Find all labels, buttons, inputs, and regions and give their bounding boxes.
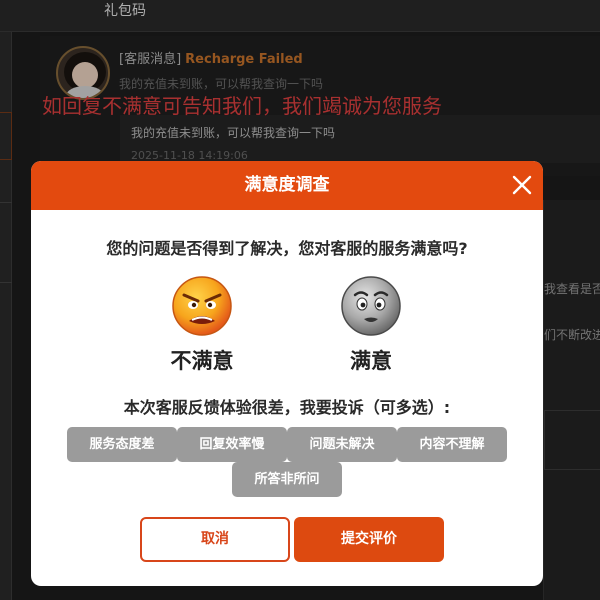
neutral-face-icon bbox=[341, 276, 401, 336]
satisfaction-survey-dialog: 满意度调查 您的问题是否得到了解决，您对客服的服务满意吗? 不满意 满意 本次客… bbox=[31, 161, 543, 586]
complaint-option-unclear-content[interactable]: 内容不理解 bbox=[397, 427, 507, 462]
complaint-prompt: 本次客服反馈体验很差，我要投诉（可多选）: bbox=[123, 398, 451, 417]
unsatisfied-label: 不满意 bbox=[170, 349, 234, 373]
angry-face-icon bbox=[172, 276, 232, 336]
satisfied-option[interactable]: 满意 bbox=[321, 275, 421, 375]
close-icon[interactable] bbox=[509, 172, 535, 198]
dialog-title: 满意度调查 bbox=[244, 175, 330, 195]
submit-rating-button[interactable]: 提交评价 bbox=[294, 517, 444, 562]
unsatisfied-option[interactable]: 不满意 bbox=[152, 275, 252, 375]
complaint-option-slow-reply[interactable]: 回复效率慢 bbox=[177, 427, 287, 462]
cancel-button[interactable]: 取消 bbox=[140, 517, 290, 562]
satisfied-label: 满意 bbox=[350, 349, 392, 373]
complaint-option-irrelevant-answer[interactable]: 所答非所问 bbox=[232, 462, 342, 497]
complaint-option-service-attitude[interactable]: 服务态度差 bbox=[67, 427, 177, 462]
complaint-option-unresolved[interactable]: 问题未解决 bbox=[287, 427, 397, 462]
survey-question: 您的问题是否得到了解决，您对客服的服务满意吗? bbox=[106, 239, 468, 258]
dialog-header: 满意度调查 bbox=[31, 161, 543, 210]
